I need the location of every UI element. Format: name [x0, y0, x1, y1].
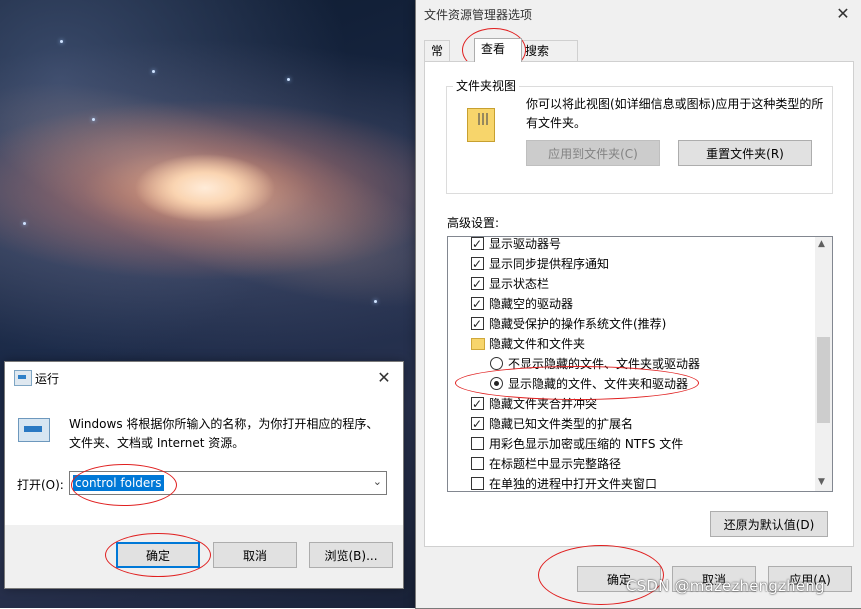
- run-dialog: 运行 ✕ Windows 将根据你所输入的名称，为你打开相应的程序、文件夹、文档…: [4, 361, 404, 589]
- list-item-label: 显示状态栏: [489, 277, 550, 291]
- close-icon[interactable]: ✕: [369, 366, 399, 390]
- run-program-icon: [18, 418, 50, 442]
- run-ok-button[interactable]: 确定: [116, 542, 200, 568]
- list-item-label: 隐藏空的驱动器: [489, 297, 574, 311]
- star: [60, 40, 63, 43]
- close-icon[interactable]: ✕: [828, 2, 858, 26]
- run-cancel-button[interactable]: 取消: [213, 542, 297, 568]
- list-item-label: 隐藏文件和文件夹: [489, 337, 586, 351]
- radio-button[interactable]: [490, 377, 503, 390]
- list-item-label: 在单独的进程中打开文件夹窗口: [489, 477, 658, 491]
- checkbox[interactable]: [471, 314, 484, 334]
- star: [152, 70, 155, 73]
- open-label: 打开(O):: [17, 478, 64, 492]
- folder-views-description: 你可以将此视图(如详细信息或图标)应用于这种类型的所有文件夹。: [526, 97, 824, 130]
- list-item-label: 显示同步提供程序通知: [489, 257, 610, 271]
- checkbox[interactable]: [471, 254, 484, 274]
- run-body: Windows 将根据你所输入的名称，为你打开相应的程序、文件夹、文档或 Int…: [5, 394, 403, 525]
- checkbox[interactable]: [471, 437, 484, 450]
- folder-options-dialog: 文件资源管理器选项 ✕ 常规 查看 搜索 文件夹视图 你可以将此视图(如详细信息…: [415, 0, 861, 609]
- chevron-down-icon[interactable]: ⌄: [373, 475, 382, 488]
- tab-search[interactable]: 搜索: [518, 40, 578, 61]
- apply-to-folders-button[interactable]: 应用到文件夹(C): [526, 140, 660, 166]
- tab-general[interactable]: 常规: [424, 40, 451, 78]
- watermark: CSDN @mazezhengzheng: [626, 577, 825, 595]
- folder-views-legend: 文件夹视图: [453, 77, 520, 94]
- star: [374, 300, 377, 303]
- star: [92, 118, 95, 121]
- scroll-thumb[interactable]: [817, 337, 830, 423]
- run-title: 运行: [35, 372, 60, 386]
- star: [287, 78, 290, 81]
- folder-options-title: 文件资源管理器选项: [424, 8, 533, 22]
- scroll-up-icon[interactable]: ▲: [818, 239, 825, 249]
- checkbox[interactable]: [471, 294, 484, 314]
- list-item-label: 显示驱动器号: [489, 237, 562, 251]
- run-titlebar[interactable]: 运行 ✕: [5, 362, 403, 394]
- list-item-label: 用彩色显示加密或压缩的 NTFS 文件: [489, 437, 684, 451]
- checkbox[interactable]: [471, 274, 484, 294]
- list-item-label: 隐藏文件夹合并冲突: [489, 397, 598, 411]
- list-item-label: 显示隐藏的文件、文件夹和驱动器: [508, 377, 689, 391]
- checkbox[interactable]: [471, 394, 484, 414]
- checkbox[interactable]: [471, 237, 484, 254]
- list-item-label: 隐藏已知文件类型的扩展名: [489, 417, 634, 431]
- run-app-icon: [14, 370, 32, 386]
- radio-button[interactable]: [490, 357, 503, 370]
- checkbox[interactable]: [471, 457, 484, 470]
- checkbox[interactable]: [471, 414, 484, 434]
- folder-icon: [467, 108, 495, 142]
- run-description: Windows 将根据你所输入的名称，为你打开相应的程序、文件夹、文档或 Int…: [69, 417, 379, 450]
- view-tab-panel: 文件夹视图 你可以将此视图(如详细信息或图标)应用于这种类型的所有文件夹。 应用…: [424, 61, 854, 547]
- tab-view[interactable]: 查看: [474, 38, 522, 62]
- run-browse-button[interactable]: 浏览(B)...: [309, 542, 393, 568]
- folder-icon: [471, 338, 485, 350]
- run-command-text: control folders: [73, 475, 164, 491]
- run-command-input[interactable]: control folders ⌄: [69, 471, 387, 495]
- restore-defaults-button[interactable]: 还原为默认值(D): [710, 511, 828, 537]
- scroll-down-icon[interactable]: ▼: [818, 477, 825, 487]
- list-item-label: 不显示隐藏的文件、文件夹或驱动器: [508, 357, 701, 371]
- checkbox[interactable]: [471, 477, 484, 490]
- advanced-settings-list[interactable]: 显示驱动器号 显示同步提供程序通知 显示状态栏 隐藏空的驱动器 隐藏受保护的操作…: [447, 236, 833, 492]
- advanced-settings-label: 高级设置:: [447, 216, 500, 230]
- reset-folders-button[interactable]: 重置文件夹(R): [678, 140, 812, 166]
- list-item-label: 在标题栏中显示完整路径: [489, 457, 622, 471]
- vertical-scrollbar[interactable]: ▲ ▼: [815, 237, 832, 491]
- list-item-label: 隐藏受保护的操作系统文件(推荐): [489, 317, 667, 331]
- star: [23, 222, 26, 225]
